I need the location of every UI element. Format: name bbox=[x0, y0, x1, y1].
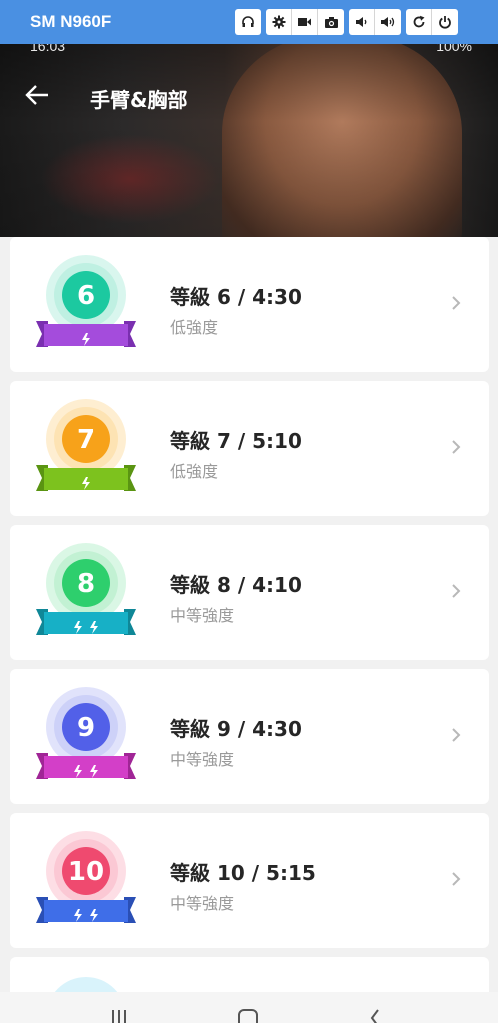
status-time: 16:03 bbox=[30, 44, 66, 54]
level-number: 10 bbox=[67, 857, 105, 887]
level-intensity: 低強度 bbox=[170, 462, 219, 481]
emulator-capture-group bbox=[266, 9, 344, 35]
header-image: 16:03 100% 手臂&胸部 bbox=[0, 44, 498, 237]
power-icon[interactable] bbox=[432, 9, 458, 35]
app-toolbar: 手臂&胸部 bbox=[0, 72, 498, 118]
chevron-right-icon bbox=[449, 293, 463, 313]
level-title: 等級 8 / 4:10 bbox=[170, 573, 302, 597]
level-number: 8 bbox=[76, 569, 96, 599]
level-title: 等級 7 / 5:10 bbox=[170, 429, 302, 453]
chevron-right-icon bbox=[449, 581, 463, 601]
gear-icon[interactable] bbox=[266, 9, 292, 35]
level-number: 7 bbox=[76, 425, 96, 455]
camera-icon[interactable] bbox=[318, 9, 344, 35]
rotate-icon[interactable] bbox=[406, 9, 432, 35]
headphones-icon[interactable] bbox=[235, 9, 261, 35]
emulator-media-group bbox=[235, 9, 261, 35]
device-name: SM N960F bbox=[30, 12, 112, 31]
volume-down-icon[interactable] bbox=[349, 9, 375, 35]
screen: SM N960F 16:03 100% 手臂&胸部 6 等級 6 / 4:30 … bbox=[0, 0, 498, 1023]
arrow-left-icon[interactable] bbox=[24, 82, 52, 108]
level-intensity: 低強度 bbox=[170, 318, 219, 337]
android-nav-bar bbox=[0, 992, 498, 1023]
level-title: 等級 9 / 4:30 bbox=[170, 717, 302, 741]
home-icon[interactable] bbox=[237, 1008, 259, 1023]
video-icon[interactable] bbox=[292, 9, 318, 35]
emulator-volume-group bbox=[349, 9, 401, 35]
level-card[interactable]: 7 等級 7 / 5:10 低強度 bbox=[10, 381, 489, 516]
page-title: 手臂&胸部 bbox=[90, 88, 188, 112]
emulator-toolbar: SM N960F bbox=[0, 0, 498, 44]
level-title: 等級 6 / 4:30 bbox=[170, 285, 302, 309]
status-bar: 16:03 100% bbox=[0, 44, 498, 54]
level-number: 9 bbox=[76, 713, 96, 743]
nav-back-icon[interactable] bbox=[367, 1008, 383, 1023]
status-battery: 100% bbox=[436, 44, 472, 54]
chevron-right-icon bbox=[449, 437, 463, 457]
level-intensity: 中等強度 bbox=[170, 894, 235, 913]
level-card[interactable]: 8 等級 8 / 4:10 中等強度 bbox=[10, 525, 489, 660]
chevron-right-icon bbox=[449, 725, 463, 745]
level-intensity: 中等強度 bbox=[170, 606, 235, 625]
chevron-right-icon bbox=[449, 869, 463, 889]
recent-apps-icon[interactable] bbox=[108, 1008, 130, 1023]
volume-up-icon[interactable] bbox=[375, 9, 401, 35]
level-card[interactable]: 6 等級 6 / 4:30 低強度 bbox=[10, 237, 489, 372]
level-card[interactable]: 9 等級 9 / 4:30 中等強度 bbox=[10, 669, 489, 804]
emulator-system-group bbox=[406, 9, 458, 35]
level-number: 6 bbox=[76, 281, 96, 311]
level-intensity: 中等強度 bbox=[170, 750, 235, 769]
level-card[interactable]: 10 等級 10 / 5:15 中等強度 bbox=[10, 813, 489, 948]
level-title: 等級 10 / 5:15 bbox=[170, 861, 316, 885]
